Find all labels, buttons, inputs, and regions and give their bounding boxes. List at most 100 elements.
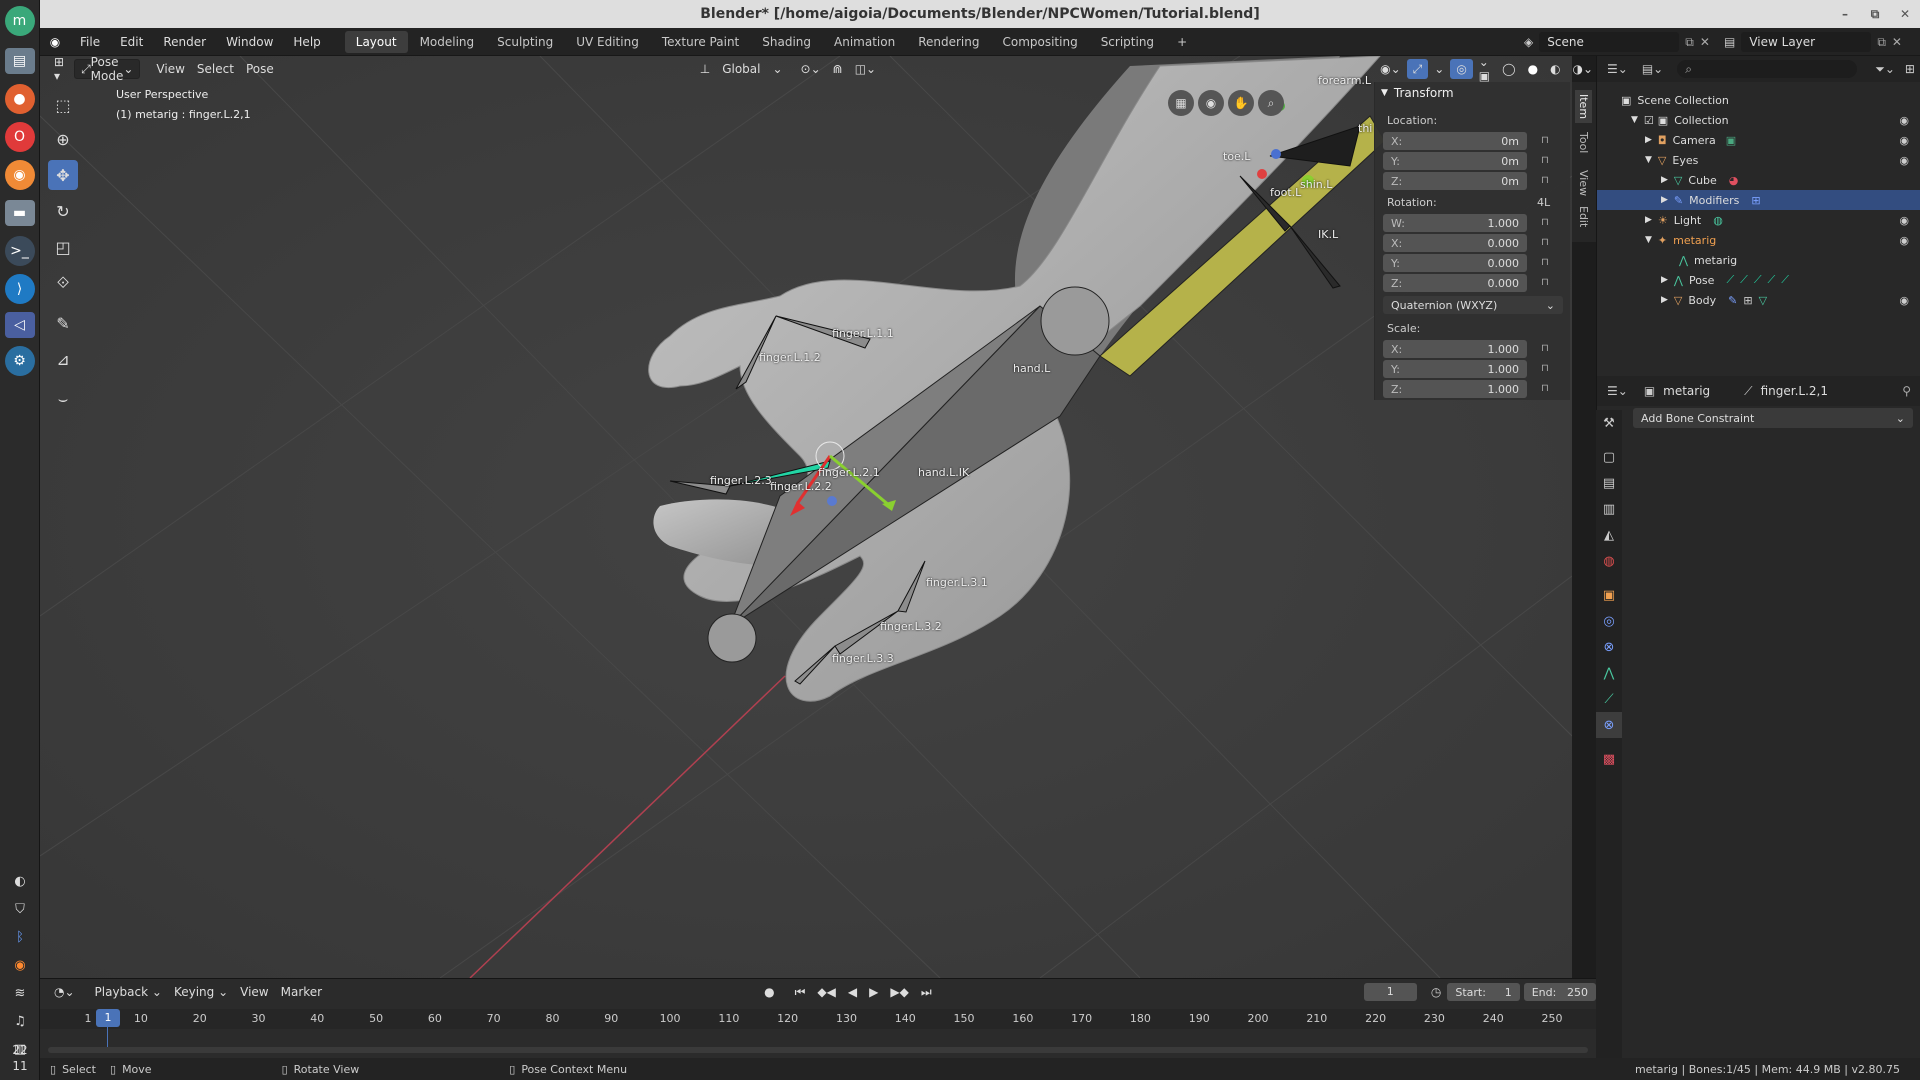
- tab-modeling[interactable]: Modeling: [409, 31, 486, 53]
- overlay-icon[interactable]: ⌄: [1428, 59, 1450, 79]
- editor-type-icon[interactable]: ⊞ ▾: [48, 55, 70, 83]
- music-icon[interactable]: ♫: [0, 1008, 40, 1036]
- bluetooth-icon[interactable]: ᛒ: [0, 924, 40, 952]
- transform-tool-icon[interactable]: ⟐: [48, 268, 78, 298]
- display-mode-icon[interactable]: ▤⌄: [1642, 62, 1663, 76]
- lock-icon[interactable]: ⊓: [1541, 257, 1553, 269]
- terminal-icon[interactable]: >_: [4, 236, 35, 266]
- editor-type-icon[interactable]: ◔⌄: [48, 982, 81, 1002]
- scale-tool-icon[interactable]: ◰: [48, 232, 78, 262]
- overlays-toggle-icon[interactable]: ◎: [1450, 59, 1473, 79]
- rotate-tool-icon[interactable]: ↻: [48, 196, 78, 226]
- output-icon[interactable]: ▤: [1596, 470, 1622, 496]
- xray-icon[interactable]: ⌄ ▣: [1473, 55, 1496, 83]
- blender-dock-icon[interactable]: ◉: [4, 160, 35, 190]
- menu-edit[interactable]: Edit: [110, 28, 153, 56]
- solid-shading-icon[interactable]: ●: [1522, 59, 1544, 79]
- lock-icon[interactable]: ⊓: [1541, 175, 1553, 187]
- physics-icon[interactable]: ◎: [1596, 608, 1622, 634]
- remove-view-layer-icon[interactable]: ✕: [1892, 35, 1902, 49]
- lock-icon[interactable]: ⊓: [1541, 155, 1553, 167]
- new-scene-icon[interactable]: ⧉: [1685, 35, 1694, 50]
- menu-help[interactable]: Help: [283, 28, 330, 56]
- pivot-icon[interactable]: ⊙⌄: [795, 59, 827, 79]
- rotation-w-field[interactable]: W: 1.000: [1383, 214, 1527, 232]
- outliner-item[interactable]: ▼ ▽ Eyes ◉: [1597, 150, 1920, 170]
- outliner-item[interactable]: ▶ ◘ Camera ▣ ◉: [1597, 130, 1920, 150]
- select-box-icon[interactable]: ⬚: [48, 90, 78, 120]
- outliner-item[interactable]: ▶ ☀ Light ◍ ◉: [1597, 210, 1920, 230]
- remove-scene-icon[interactable]: ✕: [1700, 35, 1710, 49]
- play-reverse-icon[interactable]: ◀: [842, 982, 863, 1002]
- steam-tray-icon[interactable]: ◐: [0, 868, 40, 896]
- object-constraint-icon[interactable]: ⊗: [1596, 634, 1622, 660]
- scene-selector[interactable]: ◈ Scene ⧉ ✕: [1524, 31, 1710, 53]
- tab-texture-paint[interactable]: Texture Paint: [651, 31, 750, 53]
- tab-item[interactable]: Item: [1575, 90, 1592, 124]
- bone-constraint-icon[interactable]: ⊗: [1596, 712, 1622, 738]
- tab-rendering[interactable]: Rendering: [907, 31, 990, 53]
- minimize-icon[interactable]: –: [1830, 0, 1860, 28]
- bone-roll-icon[interactable]: ⌣: [48, 384, 78, 414]
- outliner-item[interactable]: ▶ ▽ Cube ◕: [1597, 170, 1920, 190]
- tab-tool[interactable]: Tool: [1575, 128, 1592, 157]
- current-frame-field[interactable]: 1: [1363, 983, 1417, 1001]
- wifi-icon[interactable]: ≋: [0, 980, 40, 1008]
- rotation-y-field[interactable]: Y: 0.000: [1383, 254, 1527, 272]
- eye-icon[interactable]: ◉: [1899, 134, 1909, 147]
- wireframe-shading-icon[interactable]: ◯: [1496, 59, 1521, 79]
- view-layer-selector[interactable]: ▤ View Layer ⧉ ✕: [1724, 31, 1902, 53]
- tab-uv-editing[interactable]: UV Editing: [565, 31, 650, 53]
- texture-icon[interactable]: ▩: [1596, 746, 1622, 772]
- record-icon[interactable]: ●: [758, 982, 780, 1002]
- rotation-x-field[interactable]: X: 0.000: [1383, 234, 1527, 252]
- start-frame-field[interactable]: Start: 1: [1447, 983, 1520, 1001]
- tab-sculpting[interactable]: Sculpting: [486, 31, 564, 53]
- menu-view[interactable]: View: [150, 59, 190, 79]
- menu-select[interactable]: Select: [191, 59, 240, 79]
- render-icon[interactable]: ▢: [1596, 444, 1622, 470]
- proportional-icon[interactable]: ◫⌄: [849, 59, 882, 79]
- outliner-item[interactable]: ▶ ⋀ Pose ⟋⟋⟋⟋⟋: [1597, 270, 1920, 290]
- scene-icon[interactable]: ◭: [1596, 522, 1622, 548]
- lock-icon[interactable]: ⊓: [1541, 237, 1553, 249]
- move-tool-icon[interactable]: ✥: [48, 160, 78, 190]
- firefox-icon[interactable]: ◉: [0, 952, 40, 980]
- vscode-icon[interactable]: ⟩: [4, 274, 35, 304]
- timeline-scrollbar[interactable]: [48, 1047, 1588, 1053]
- outliner-item[interactable]: ▶ ▽ Body ✎ ⊞ ▽ ◉: [1597, 290, 1920, 310]
- marker-menu[interactable]: Marker: [275, 982, 328, 1002]
- annotate-tool-icon[interactable]: ✎: [48, 308, 78, 338]
- rendered-shading-icon[interactable]: ◑⌄: [1567, 59, 1600, 79]
- close-icon[interactable]: ✕: [1890, 0, 1920, 28]
- checkbox-icon[interactable]: ☑: [1644, 114, 1654, 127]
- timeline-view-menu[interactable]: View: [234, 982, 274, 1002]
- material-shading-icon[interactable]: ◐: [1544, 59, 1566, 79]
- location-z-field[interactable]: Z: 0m: [1383, 172, 1527, 190]
- tab-scripting[interactable]: Scripting: [1090, 31, 1165, 53]
- menu-pose[interactable]: Pose: [240, 59, 280, 79]
- steam-icon[interactable]: ⚙: [4, 346, 35, 376]
- lock-icon[interactable]: ⊓: [1541, 363, 1553, 375]
- gizmo-toggle-icon[interactable]: ⤢: [1406, 59, 1429, 79]
- pan-hand-icon[interactable]: ✋: [1228, 90, 1254, 116]
- keying-menu[interactable]: Keying ⌄: [168, 982, 234, 1002]
- tab-layout[interactable]: Layout: [344, 30, 408, 53]
- rotation-z-field[interactable]: Z: 0.000: [1383, 274, 1527, 292]
- mode-dropdown[interactable]: ⤢ Pose Mode ⌄: [74, 55, 141, 83]
- end-frame-field[interactable]: End: 250: [1523, 983, 1596, 1001]
- outliner-scene-collection[interactable]: ▣ Scene Collection: [1597, 90, 1920, 110]
- 3d-viewport[interactable]: finger.L.1.1 finger.L.1.2 hand.L finger.…: [40, 56, 1572, 978]
- scale-z-field[interactable]: Z: 1.000: [1383, 380, 1527, 398]
- world-icon[interactable]: ◍: [1596, 548, 1622, 574]
- shield-icon[interactable]: ⛉: [0, 896, 40, 924]
- files-icon[interactable]: ▤: [4, 48, 35, 74]
- editor-type-icon[interactable]: ☰⌄: [1607, 384, 1628, 398]
- visual-studio-icon[interactable]: ◁: [4, 312, 35, 338]
- rotation-mode-dropdown[interactable]: Quaternion (WXYZ) ⌄: [1383, 296, 1563, 314]
- scene-name-field[interactable]: Scene: [1539, 32, 1680, 52]
- add-bone-constraint-dropdown[interactable]: Add Bone Constraint ⌄: [1633, 408, 1913, 428]
- eye-icon[interactable]: ◉: [1899, 154, 1909, 167]
- menu-file[interactable]: File: [70, 28, 110, 56]
- scale-y-field[interactable]: Y: 1.000: [1383, 360, 1527, 378]
